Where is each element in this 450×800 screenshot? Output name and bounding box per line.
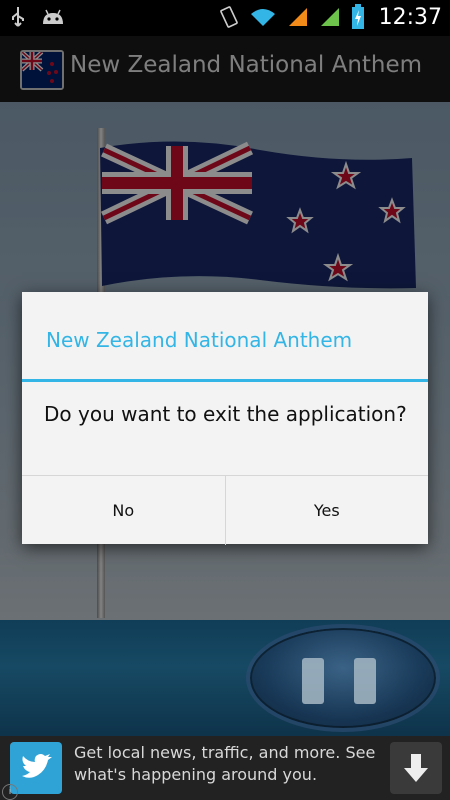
- dialog-title: New Zealand National Anthem: [46, 328, 353, 352]
- exit-dialog: New Zealand National Anthem Do you want …: [22, 292, 428, 545]
- twitter-bird-icon[interactable]: [10, 742, 62, 794]
- vibrate-icon: [219, 6, 238, 28]
- signal-icon: [288, 8, 307, 26]
- android-icon: [43, 9, 63, 24]
- status-time: 12:37: [378, 4, 442, 30]
- info-icon[interactable]: i: [2, 784, 18, 800]
- status-left-icons: [10, 6, 66, 28]
- dialog-button-bar: No Yes: [22, 475, 428, 545]
- dialog-message: Do you want to exit the application?: [44, 402, 407, 426]
- status-right-icons: 12:37: [219, 4, 442, 30]
- signal-icon: [320, 8, 339, 26]
- dialog-divider: [22, 379, 428, 382]
- ad-text[interactable]: Get local news, traffic, and more. See w…: [74, 742, 384, 786]
- yes-button[interactable]: Yes: [224, 476, 429, 545]
- wifi-icon: [250, 9, 275, 26]
- pause-button[interactable]: [246, 624, 440, 732]
- ad-banner[interactable]: Get local news, traffic, and more. See w…: [0, 736, 450, 800]
- status-bar: 12:37: [0, 0, 450, 36]
- download-arrow-icon[interactable]: [390, 742, 442, 794]
- usb-icon: [12, 7, 24, 27]
- no-button[interactable]: No: [22, 476, 225, 545]
- battery-charging-icon: [351, 4, 364, 29]
